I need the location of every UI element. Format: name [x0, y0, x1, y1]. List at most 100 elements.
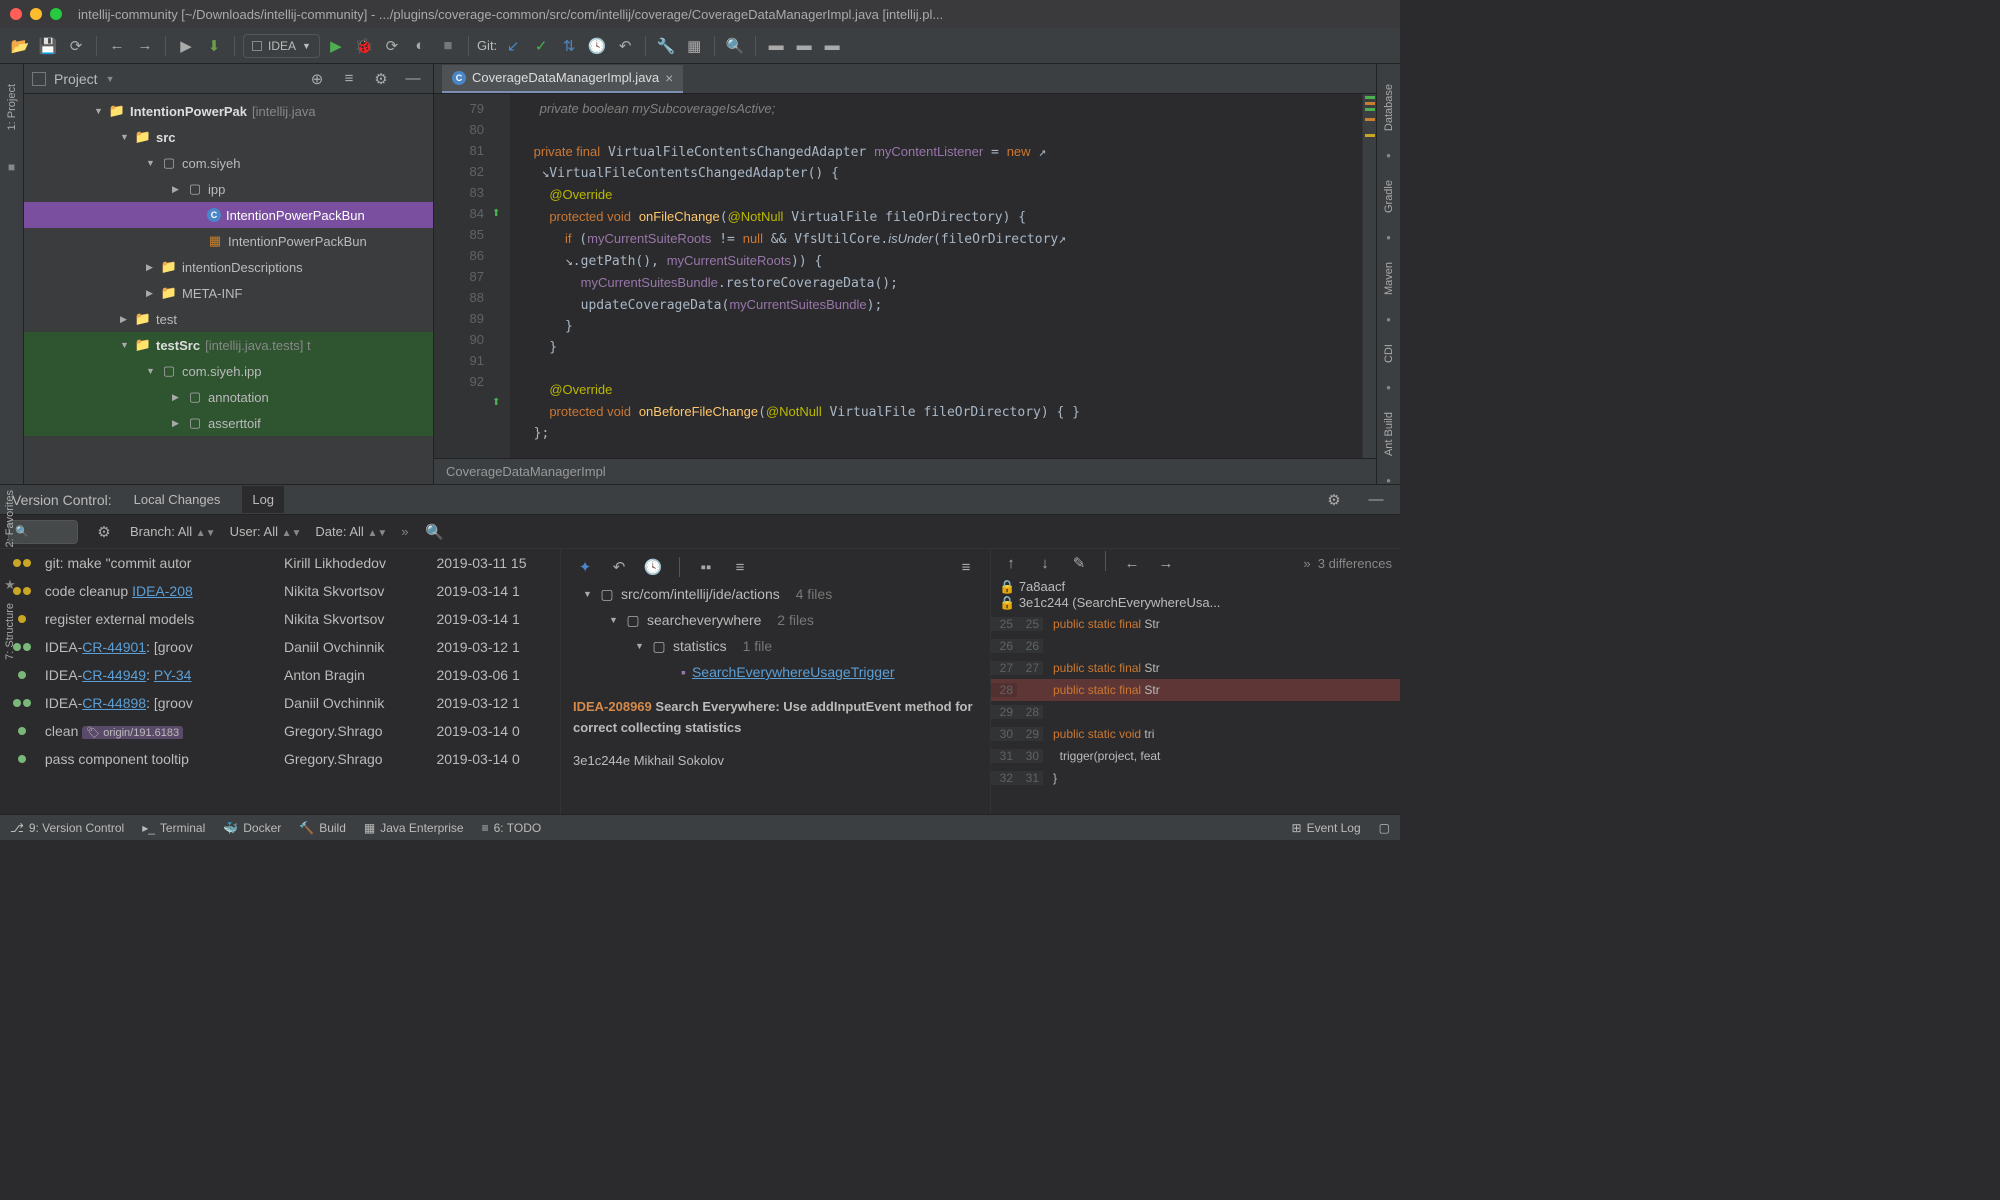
commit-row[interactable]: code cleanup IDEA-208Nikita Skvortsov201… — [0, 577, 560, 605]
build-icon[interactable]: ▶ — [174, 34, 198, 58]
stop-icon[interactable]: ■ — [436, 34, 460, 58]
commit-row[interactable]: pass component tooltipGregory.Shrago2019… — [0, 745, 560, 773]
tree-item[interactable]: ▦IntentionPowerPackBun — [24, 228, 433, 254]
tree-item[interactable]: ▼▢com.siyeh — [24, 150, 433, 176]
select-open-icon[interactable]: ⊕ — [305, 67, 329, 91]
git-compare-icon[interactable]: ⇅ — [557, 34, 581, 58]
strip-project[interactable]: 1: Project — [6, 84, 18, 130]
debug-icon[interactable]: 🐞 — [352, 34, 376, 58]
cherry-pick-icon[interactable]: ✦ — [573, 555, 597, 579]
tree-item[interactable]: ▶▢ipp — [24, 176, 433, 202]
bottom-jee[interactable]: ▦ Java Enterprise — [364, 821, 464, 835]
code-editor[interactable]: private boolean mySubcoverageIsActive; p… — [510, 94, 1362, 458]
right-tool-cdi[interactable]: CDI — [1383, 344, 1395, 363]
project-header-label[interactable]: Project — [54, 71, 98, 87]
git-commit-icon[interactable]: ✓ — [529, 34, 553, 58]
breadcrumb[interactable]: CoverageDataManagerImpl — [446, 464, 606, 479]
file-tree-file[interactable]: ▪ SearchEverywhereUsageTrigger — [565, 659, 986, 685]
tree-item[interactable]: ▼📁testSrc [intellij.java.tests] t — [24, 332, 433, 358]
open-file-icon[interactable]: 📂 — [8, 34, 32, 58]
right-tool-gradle[interactable]: Gradle — [1383, 180, 1395, 213]
vcs-tab-local[interactable]: Local Changes — [130, 492, 225, 507]
expand-icon[interactable]: ▪▪ — [694, 555, 718, 579]
right-tool-ant build[interactable]: Ant Build — [1383, 412, 1395, 456]
tree-item[interactable]: ▼▢com.siyeh.ipp — [24, 358, 433, 384]
refresh-icon[interactable]: ⟳ — [64, 34, 88, 58]
search-commits-input[interactable] — [8, 520, 78, 544]
gear-icon[interactable]: ⚙ — [369, 67, 393, 91]
diff-code[interactable]: 2525public static final Str26262727publi… — [991, 613, 1400, 814]
close-window[interactable] — [10, 8, 22, 20]
tree-item[interactable]: ▶📁test — [24, 306, 433, 332]
git-history-icon[interactable]: 🕓 — [585, 34, 609, 58]
run-icon[interactable]: ▶ — [324, 34, 348, 58]
tree-item[interactable]: CIntentionPowerPackBun — [24, 202, 433, 228]
search-icon[interactable]: 🔍 — [723, 34, 747, 58]
strip-favorites[interactable]: 2: Favorites — [4, 490, 16, 547]
bottom-terminal[interactable]: ▸_ Terminal — [142, 821, 205, 835]
git-revert-icon[interactable]: ↶ — [613, 34, 637, 58]
back-icon[interactable]: ← — [105, 34, 129, 58]
file-tree-item[interactable]: ▼▢ searcheverywhere 2 files — [565, 607, 986, 633]
expand-all-icon[interactable]: ≡ — [337, 67, 361, 91]
vcs-gear-icon[interactable]: ⚙ — [1322, 488, 1346, 512]
commit-list[interactable]: git: make "commit autorKirill Likhodedov… — [0, 549, 560, 814]
hide-panel-icon[interactable]: — — [401, 67, 425, 91]
run-config-selector[interactable]: IDEA ▼ — [243, 34, 320, 58]
right-tool-database[interactable]: Database — [1383, 84, 1395, 131]
tree-item[interactable]: ▼📁IntentionPowerPak [intellij.java — [24, 98, 433, 124]
vcs-tab-log[interactable]: Log — [242, 486, 284, 513]
diff-back-icon[interactable]: ← — [1120, 551, 1144, 575]
commit-row[interactable]: register external modelsNikita Skvortsov… — [0, 605, 560, 633]
hammer-icon[interactable]: ⬇ — [202, 34, 226, 58]
bottom-todo[interactable]: ≡ 6: TODO — [482, 821, 542, 835]
project-structure-icon[interactable]: ▦ — [682, 34, 706, 58]
coverage-icon[interactable]: ⟳ — [380, 34, 404, 58]
settings-icon[interactable]: 🔧 — [654, 34, 678, 58]
bottom-vc[interactable]: ⎇ 9: Version Control — [10, 821, 124, 835]
commit-row[interactable]: IDEA-CR-44949: PY-34Anton Bragin2019-03-… — [0, 661, 560, 689]
undo-icon[interactable]: ↶ — [607, 555, 631, 579]
minimize-window[interactable] — [30, 8, 42, 20]
save-icon[interactable]: 💾 — [36, 34, 60, 58]
tree-item[interactable]: ▶▢annotation — [24, 384, 433, 410]
collapse-icon[interactable]: ≡ — [954, 555, 978, 579]
editor-tab[interactable]: C CoverageDataManagerImpl.java × — [442, 65, 683, 93]
profile-icon[interactable]: ◐ — [408, 34, 432, 58]
tool2-icon[interactable]: ▬ — [792, 34, 816, 58]
tree-item[interactable]: ▶📁META-INF — [24, 280, 433, 306]
project-tree[interactable]: ▼📁IntentionPowerPak [intellij.java▼📁src▼… — [24, 94, 433, 484]
group-icon[interactable]: ≡ — [728, 555, 752, 579]
bottom-docker[interactable]: 🐳 Docker — [223, 821, 281, 835]
maximize-window[interactable] — [50, 8, 62, 20]
bottom-build[interactable]: 🔨 Build — [299, 821, 346, 835]
commit-row[interactable]: IDEA-CR-44901: [groovDaniil Ovchinnik201… — [0, 633, 560, 661]
scroll-marks[interactable] — [1362, 94, 1376, 458]
filter-gear-icon[interactable]: ⚙ — [92, 520, 116, 544]
commit-row[interactable]: IDEA-CR-44898: [groovDaniil Ovchinnik201… — [0, 689, 560, 717]
filter-branch[interactable]: Branch: All ▲▼ — [130, 524, 216, 539]
bottom-corner-icon[interactable]: ▢ — [1379, 821, 1390, 835]
diff-up-icon[interactable]: ↑ — [999, 551, 1023, 575]
tree-item[interactable]: ▶📁intentionDescriptions — [24, 254, 433, 280]
filter-user[interactable]: User: All ▲▼ — [230, 524, 302, 539]
filter-date[interactable]: Date: All ▲▼ — [315, 524, 387, 539]
tree-item[interactable]: ▶▢asserttoif — [24, 410, 433, 436]
tool1-icon[interactable]: ▬ — [764, 34, 788, 58]
close-tab-icon[interactable]: × — [665, 70, 673, 86]
vcs-hide-icon[interactable]: — — [1364, 488, 1388, 512]
commit-row[interactable]: git: make "commit autorKirill Likhodedov… — [0, 549, 560, 577]
tree-item[interactable]: ▼📁src — [24, 124, 433, 150]
diff-fwd-icon[interactable]: → — [1154, 551, 1178, 575]
history-icon[interactable]: 🕓 — [641, 555, 665, 579]
search-filter-icon[interactable]: 🔍 — [422, 520, 446, 544]
tool3-icon[interactable]: ▬ — [820, 34, 844, 58]
bottom-eventlog[interactable]: ⊞ Event Log — [1292, 821, 1361, 835]
file-tree-item[interactable]: ▼▢ src/com/intellij/ide/actions 4 files — [565, 581, 986, 607]
diff-down-icon[interactable]: ↓ — [1033, 551, 1057, 575]
right-tool-maven[interactable]: Maven — [1383, 262, 1395, 295]
git-update-icon[interactable]: ↙ — [501, 34, 525, 58]
diff-edit-icon[interactable]: ✎ — [1067, 551, 1091, 575]
forward-icon[interactable]: → — [133, 34, 157, 58]
file-tree-item[interactable]: ▼▢ statistics 1 file — [565, 633, 986, 659]
